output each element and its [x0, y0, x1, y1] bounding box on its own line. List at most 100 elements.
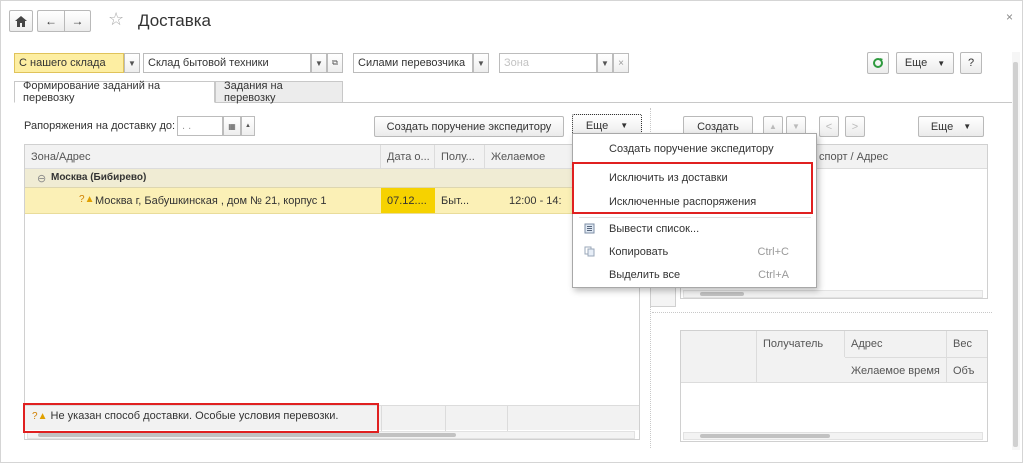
home-button[interactable] — [9, 10, 33, 32]
scrollbar-thumb[interactable] — [700, 434, 830, 438]
deadline-date-input[interactable]: . . — [177, 116, 223, 136]
col-transport-address[interactable]: спорт / Адрес — [813, 145, 989, 168]
group-row[interactable]: ⊖ Москва (Бибирево) — [25, 169, 639, 188]
right-bottom-grid: Получатель Адрес Вес Желаемое время Объ — [680, 330, 988, 442]
menu-item-label: Копировать — [609, 246, 669, 258]
copy-icon — [584, 246, 595, 257]
col-desired-time-full[interactable]: Желаемое время — [845, 357, 947, 383]
horizontal-splitter[interactable] — [652, 312, 992, 313]
menu-item-copy[interactable]: Копировать Ctrl+C — [573, 240, 816, 264]
scrollbar-thumb[interactable] — [1013, 62, 1018, 447]
date-stepper[interactable]: ▲ — [241, 116, 255, 136]
zone-dropdown-button[interactable]: ▼ — [597, 53, 613, 73]
zone-placeholder: Зона — [504, 57, 529, 69]
warehouse-value: Склад бытовой техники — [148, 57, 269, 69]
main-more-label: Еще — [904, 57, 928, 69]
chevron-down-icon: ▼ — [937, 58, 946, 68]
menu-item-select-all[interactable]: Выделить все Ctrl+A — [573, 263, 816, 287]
right-bottom-scrollbar[interactable] — [683, 432, 983, 440]
chevron-down-icon: ▼ — [315, 58, 323, 68]
warehouse-dropdown-button[interactable]: ▼ — [311, 53, 327, 73]
left-grid: Зона/Адрес Дата о... Полу... Желаемое ⊖ … — [24, 144, 640, 440]
row-time: 12:00 - 14: — [509, 195, 562, 207]
button-label: Создать — [697, 120, 739, 133]
home-icon — [15, 15, 27, 27]
collapse-icon[interactable]: ⊖ — [37, 172, 46, 185]
right-top-scrollbar[interactable] — [683, 290, 983, 298]
table-row[interactable]: ?▲ Москва г, Бабушкинская , дом № 21, ко… — [25, 188, 639, 214]
splitter-handle[interactable] — [650, 285, 676, 307]
carrier-dropdown-button[interactable]: ▼ — [473, 53, 489, 73]
calendar-button[interactable]: ▦ — [223, 116, 241, 136]
col-recipient-full[interactable]: Получатель — [757, 331, 845, 357]
arrow-down-icon: ▼ — [792, 122, 800, 131]
col-recipient[interactable]: Полу... — [435, 145, 485, 168]
open-form-icon: ⧉ — [332, 58, 338, 67]
source-value: С нашего склада — [19, 57, 106, 69]
left-grid-header: Зона/Адрес Дата о... Полу... Желаемое — [25, 145, 639, 169]
carrier-select[interactable]: Силами перевозчика — [353, 53, 473, 73]
forward-button[interactable]: → — [64, 10, 91, 32]
col-address[interactable]: Адрес — [845, 331, 947, 357]
help-button[interactable]: ? — [960, 52, 982, 74]
source-select[interactable]: С нашего склада — [14, 53, 124, 73]
create-forwarder-order-button[interactable]: Создать поручение экспедитору — [374, 116, 564, 137]
tab-transport-tasks[interactable]: Задания на перевозку — [215, 80, 343, 104]
scrollbar-thumb[interactable] — [38, 433, 456, 437]
clear-icon: × — [618, 57, 624, 69]
date-value: . . — [182, 120, 192, 132]
tab-forming-tasks[interactable]: Формирование заданий на перевозку — [14, 80, 215, 104]
forward-arrow-button[interactable]: > — [845, 116, 865, 137]
chevron-down-icon: ▼ — [601, 58, 609, 68]
right-more-button[interactable]: Еще ▼ — [918, 116, 984, 137]
footer-divider — [381, 406, 382, 431]
zone-input[interactable]: Зона — [499, 53, 597, 73]
send-icon: > — [851, 120, 859, 133]
menu-item-create-forwarder-order[interactable]: Создать поручение экспедитору — [573, 137, 816, 161]
row-recipient: Быт... — [441, 195, 470, 207]
menu-item-label: Вывести список... — [609, 223, 700, 235]
menu-item-output-list[interactable]: Вывести список... — [573, 217, 816, 241]
calendar-icon: ▦ — [228, 121, 236, 131]
stepper-icon: ▲ — [245, 123, 251, 129]
button-label: Создать поручение экспедитору — [386, 120, 552, 133]
carrier-value: Силами перевозчика — [358, 57, 466, 69]
col-date[interactable]: Дата о... — [381, 145, 435, 168]
button-label: Еще — [930, 120, 954, 133]
refresh-button[interactable] — [867, 52, 889, 74]
col-volume[interactable]: Объ — [947, 357, 987, 383]
refresh-icon — [873, 58, 883, 68]
tab-label: Формирование заданий на перевозку — [23, 80, 161, 104]
footer-divider — [445, 406, 446, 431]
page-title: Доставка — [138, 11, 212, 30]
right-bottom-grid-header: Получатель Адрес Вес Желаемое время Объ — [681, 331, 987, 383]
share-icon: < — [825, 120, 833, 133]
back-button[interactable]: ← — [37, 10, 64, 32]
close-icon[interactable]: × — [1006, 10, 1013, 24]
share-button[interactable]: < — [819, 116, 839, 137]
col-bottom-empty — [681, 331, 757, 382]
scrollbar-thumb[interactable] — [700, 292, 744, 296]
footer-divider — [507, 406, 508, 431]
menu-item-label: Создать поручение экспедитору — [609, 143, 774, 155]
chevron-down-icon: ▼ — [620, 121, 629, 130]
col-weight[interactable]: Вес — [947, 331, 987, 357]
deadline-label: Рапоряжения на доставку до: — [24, 120, 176, 132]
help-label: ? — [967, 57, 975, 69]
warehouse-select[interactable]: Склад бытовой техники — [143, 53, 311, 73]
menu-item-label: Выделить все — [609, 269, 681, 281]
main-more-button[interactable]: Еще ▼ — [896, 52, 954, 74]
menu-items-highlight — [572, 162, 813, 214]
col-zone-address[interactable]: Зона/Адрес — [25, 145, 381, 168]
zone-clear-button[interactable]: × — [613, 53, 629, 73]
chevron-down-icon: ▼ — [128, 58, 136, 68]
forward-arrow-icon: → — [71, 14, 84, 28]
warehouse-open-button[interactable]: ⧉ — [327, 53, 343, 73]
chevron-down-icon: ▼ — [963, 122, 972, 131]
warning-icon: ?▲ — [79, 194, 95, 205]
menu-item-shortcut: Ctrl+C — [757, 246, 789, 258]
window-vertical-scrollbar[interactable] — [1012, 52, 1020, 450]
source-dropdown-button[interactable]: ▼ — [124, 53, 140, 73]
favorite-star-icon[interactable]: ☆ — [108, 9, 124, 30]
tab-label: Задания на перевозку — [224, 80, 283, 104]
